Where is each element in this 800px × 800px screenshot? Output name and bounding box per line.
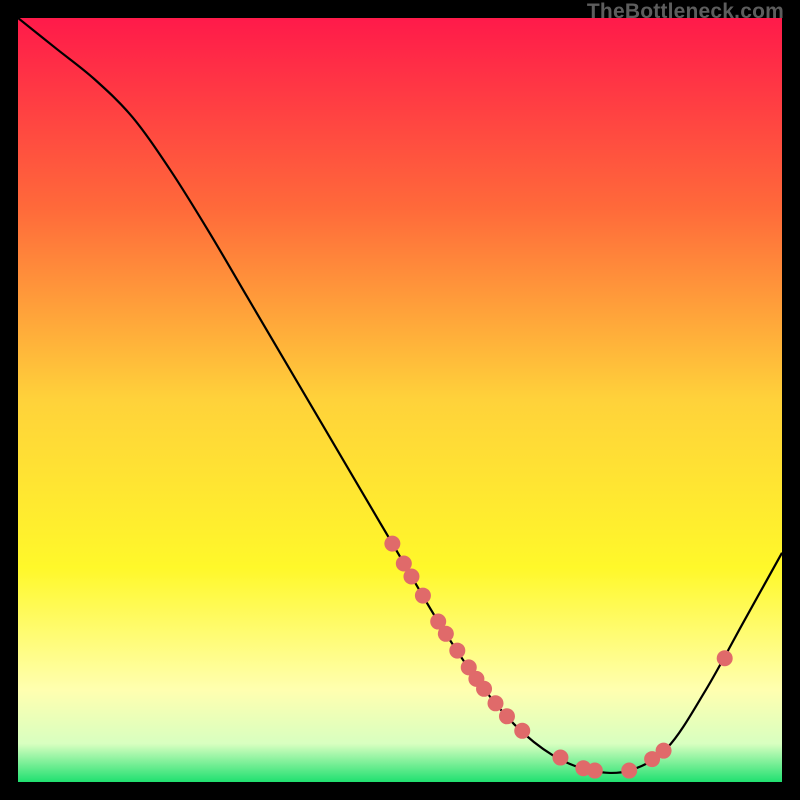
data-dot <box>415 588 431 604</box>
data-dot <box>476 681 492 697</box>
data-dot <box>449 643 465 659</box>
data-dot <box>717 650 733 666</box>
data-dot <box>587 763 603 779</box>
data-dot <box>438 626 454 642</box>
gradient-background <box>18 18 782 782</box>
data-dot <box>621 763 637 779</box>
data-dot <box>514 723 530 739</box>
data-dot <box>403 568 419 584</box>
chart-container: TheBottleneck.com <box>0 0 800 800</box>
data-dot <box>656 743 672 759</box>
data-dot <box>499 708 515 724</box>
data-dot <box>488 695 504 711</box>
data-dot <box>384 536 400 552</box>
plot-svg <box>18 18 782 782</box>
data-dot <box>552 750 568 766</box>
